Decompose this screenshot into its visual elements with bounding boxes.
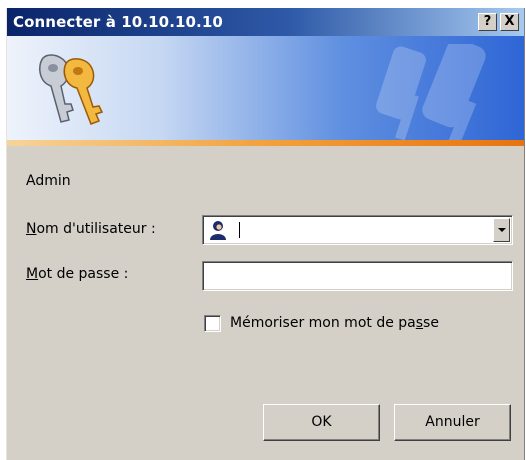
remember-password-checkbox[interactable]	[204, 315, 221, 332]
text-cursor	[239, 222, 240, 238]
username-label: Nom d'utilisateur :	[26, 221, 156, 237]
dropdown-arrow-button[interactable]	[493, 218, 510, 242]
cancel-button[interactable]: Annuler	[394, 404, 511, 441]
keys-watermark-icon	[376, 44, 486, 140]
help-button[interactable]: ?	[478, 13, 497, 31]
banner-divider	[7, 140, 524, 146]
keys-icon	[38, 54, 104, 125]
user-icon	[207, 219, 229, 241]
password-field[interactable]	[202, 261, 513, 291]
login-dialog: Connecter à 10.10.10.10 ? X Admin Nom d'…	[6, 8, 525, 460]
realm-label: Admin	[26, 173, 71, 189]
header-banner	[7, 36, 524, 140]
remember-password-label[interactable]: Mémoriser mon mot de passe	[230, 315, 439, 331]
ok-button[interactable]: OK	[263, 404, 380, 441]
username-input[interactable]	[243, 219, 467, 241]
password-label: Mot de passe :	[26, 266, 129, 282]
close-button[interactable]: X	[500, 13, 519, 31]
title-bar[interactable]: Connecter à 10.10.10.10 ? X	[7, 8, 524, 36]
window-title: Connecter à 10.10.10.10	[13, 13, 223, 31]
username-combobox[interactable]	[202, 215, 513, 245]
password-input[interactable]	[207, 265, 507, 287]
